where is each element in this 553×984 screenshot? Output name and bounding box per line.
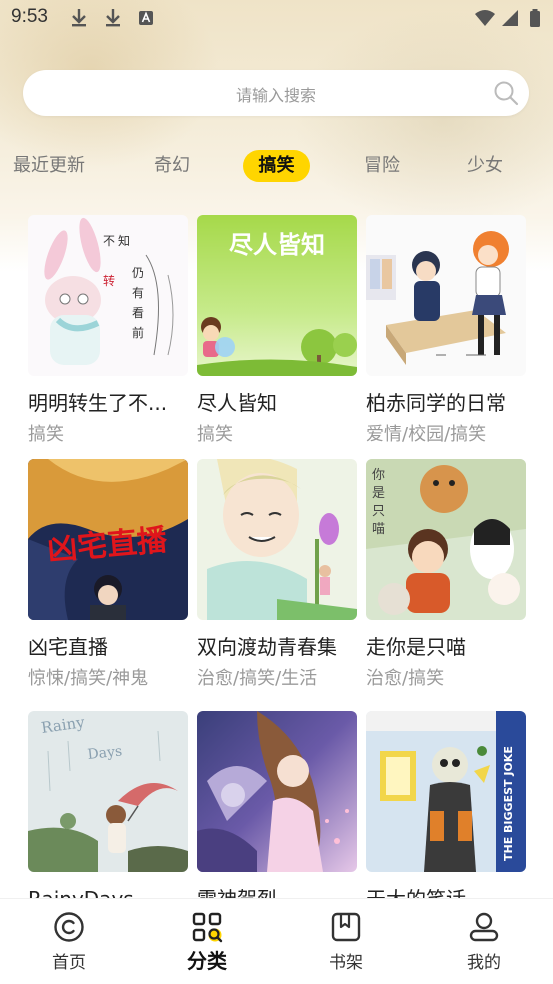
home-icon xyxy=(54,912,84,942)
comic-card[interactable]: 柏赤同学的日常 爱情/校园/搞笑 xyxy=(366,215,526,447)
comic-cover[interactable]: 凶宅直播 xyxy=(28,459,188,620)
comic-title: 凶宅直播 xyxy=(28,635,108,659)
tab-latest[interactable]: 最近更新 xyxy=(12,150,86,182)
tab-adventure[interactable]: 冒险 xyxy=(363,150,401,182)
nav-label: 书架 xyxy=(329,953,363,973)
comic-tags: 搞笑 xyxy=(28,424,64,445)
cover-text: THE BIGGEST JOKE xyxy=(502,746,515,861)
nav-home[interactable]: 首页 xyxy=(29,911,109,973)
comic-tags: 搞笑 xyxy=(197,424,233,445)
comic-card[interactable]: 凶宅直播 凶宅直播 惊悚/搞笑/神鬼 xyxy=(28,459,188,691)
category-tabs: 最近更新 奇幻 搞笑 冒险 少女 xyxy=(0,150,553,184)
comic-card[interactable]: 不 知 仍 有 看 前 转 明明转生了不... 搞笑 xyxy=(28,215,188,447)
nav-category[interactable]: 分类 xyxy=(167,911,247,974)
search-bar[interactable]: 请输入搜索 xyxy=(23,70,529,116)
svg-text:仍: 仍 xyxy=(132,266,144,280)
cover-text: 尽人皆知 xyxy=(229,231,325,259)
comic-card[interactable]: 双向渡劫青春集 治愈/搞笑/生活 xyxy=(197,459,357,691)
comic-grid: 不 知 仍 有 看 前 转 明明转生了不... 搞笑 尽人皆知 尽人皆知 搞笑 … xyxy=(0,215,553,898)
comic-title: 天大的笑话 xyxy=(366,886,526,898)
comic-title: 双向渡劫青春集 xyxy=(197,635,337,659)
nav-bookshelf[interactable]: 书架 xyxy=(306,911,386,973)
search-input[interactable]: 请输入搜索 xyxy=(23,82,529,106)
comic-card[interactable]: THE BIGGEST JOKE 天大的笑话 xyxy=(366,711,526,898)
comic-cover[interactable] xyxy=(197,459,357,620)
comic-card[interactable]: 你 是 只 喵 走你是只喵 治愈/搞笑 xyxy=(366,459,526,691)
bottom-nav: 首页 分类 书架 我的 xyxy=(0,898,553,984)
tab-fantasy[interactable]: 奇幻 xyxy=(153,150,191,182)
signal-icon xyxy=(502,10,518,26)
svg-text:知: 知 xyxy=(118,234,130,248)
category-icon xyxy=(192,912,223,943)
comic-title: 柏赤同学的日常 xyxy=(366,391,506,415)
tab-comedy[interactable]: 搞笑 xyxy=(243,150,310,182)
comic-cover[interactable]: THE BIGGEST JOKE xyxy=(366,711,526,872)
comic-title: 雷神贺烈 xyxy=(197,886,357,898)
download-icon xyxy=(106,9,120,27)
status-bar: 9:53 xyxy=(0,0,553,38)
comic-title: 尽人皆知 xyxy=(197,391,277,415)
comic-cover[interactable]: 你 是 只 喵 xyxy=(366,459,526,620)
comic-title: RainyDays xyxy=(28,886,188,898)
comic-title: 明明转生了不... xyxy=(28,391,168,415)
notification-a-icon xyxy=(139,11,153,25)
svg-text:看: 看 xyxy=(132,306,144,320)
comic-cover[interactable] xyxy=(197,711,357,872)
svg-text:有: 有 xyxy=(132,286,144,300)
comic-tags: 爱情/校园/搞笑 xyxy=(366,424,487,445)
comic-tags: 治愈/搞笑 xyxy=(366,668,445,689)
nav-label: 分类 xyxy=(187,949,227,973)
comic-card[interactable]: 尽人皆知 尽人皆知 搞笑 xyxy=(197,215,357,447)
comic-cover[interactable]: 不 知 仍 有 看 前 转 xyxy=(28,215,188,376)
comic-cover[interactable]: Rainy Days xyxy=(28,711,188,872)
svg-text:转: 转 xyxy=(103,273,115,288)
battery-icon xyxy=(530,9,540,27)
svg-text:不: 不 xyxy=(103,234,115,248)
comic-tags: 惊悚/搞笑/神鬼 xyxy=(28,668,149,689)
nav-label: 我的 xyxy=(467,953,501,973)
comic-cover[interactable]: 尽人皆知 xyxy=(197,215,357,376)
comic-card[interactable]: 雷神贺烈 xyxy=(197,711,357,898)
svg-text:前: 前 xyxy=(132,325,144,340)
nav-profile[interactable]: 我的 xyxy=(444,911,524,973)
svg-text:只: 只 xyxy=(372,504,385,519)
profile-icon xyxy=(469,912,499,942)
status-time: 9:53 xyxy=(11,6,48,27)
search-icon[interactable] xyxy=(493,80,519,106)
bookshelf-icon xyxy=(331,912,361,942)
svg-text:喵: 喵 xyxy=(372,522,385,537)
nav-label: 首页 xyxy=(52,953,86,973)
svg-text:你: 你 xyxy=(372,468,385,483)
comic-card[interactable]: Rainy Days RainyDays xyxy=(28,711,188,898)
comic-tags: 治愈/搞笑/生活 xyxy=(197,668,318,689)
comic-cover[interactable] xyxy=(366,215,526,376)
tab-shoujo[interactable]: 少女 xyxy=(466,150,504,182)
comic-title: 走你是只喵 xyxy=(366,635,466,659)
wifi-icon xyxy=(475,10,495,26)
svg-text:是: 是 xyxy=(372,486,385,501)
download-icon xyxy=(72,9,86,27)
